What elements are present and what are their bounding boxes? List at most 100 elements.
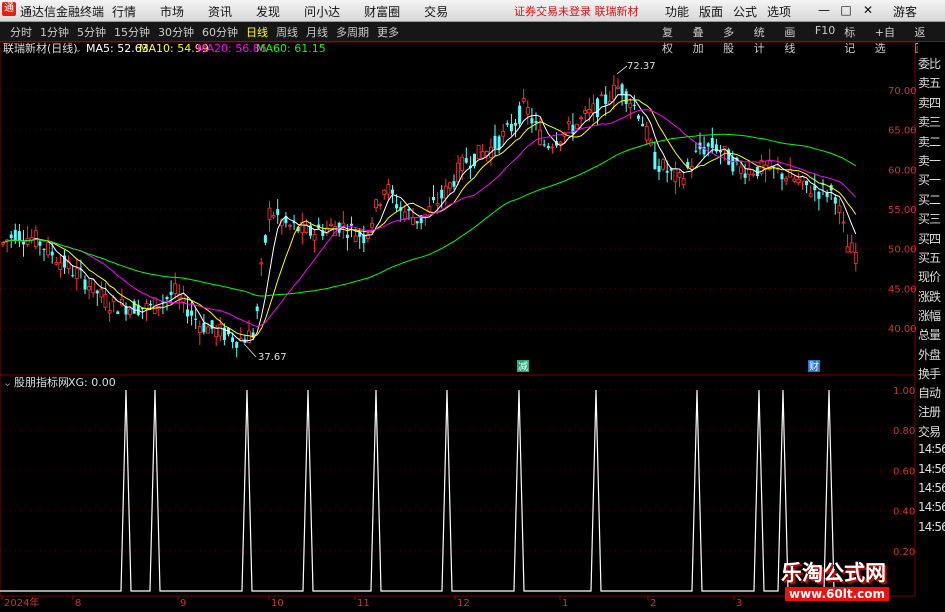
x-tick-label: 10 bbox=[271, 598, 284, 609]
candle-body bbox=[620, 84, 624, 96]
tab-1min[interactable]: 1分钟 bbox=[40, 24, 69, 40]
candle-body bbox=[644, 126, 649, 141]
candle-body bbox=[661, 159, 665, 170]
candle-body bbox=[599, 94, 604, 97]
menu-item-discover[interactable]: 发现 bbox=[256, 3, 280, 20]
side-label-bid5: 买五 bbox=[918, 250, 941, 265]
guest-label[interactable]: 游客 bbox=[893, 3, 917, 20]
candle-body bbox=[694, 150, 698, 152]
menu-item-wealth[interactable]: 财富圈 bbox=[364, 3, 400, 20]
ma-line-ma5 bbox=[2, 94, 857, 342]
sub-chart-title: 股朋指标网 bbox=[14, 375, 69, 389]
candle-body bbox=[276, 209, 280, 215]
candle-body bbox=[447, 182, 452, 189]
sub-y-tick-label: 1.00 bbox=[893, 386, 915, 397]
menu-item-layout[interactable]: 版面 bbox=[699, 3, 723, 20]
candle-body bbox=[395, 204, 399, 209]
menu-item-options[interactable]: 选项 bbox=[767, 3, 791, 20]
y-tick-label: 70.00 bbox=[888, 86, 917, 97]
sub-chevron-icon[interactable]: ⌄ bbox=[3, 376, 12, 389]
side-label-ask2: 卖二 bbox=[918, 134, 941, 149]
candle-body bbox=[505, 123, 509, 125]
candle-body bbox=[480, 151, 485, 159]
side-label-bid4: 买四 bbox=[918, 231, 941, 246]
candle-body bbox=[107, 310, 112, 314]
sub-frame bbox=[0, 374, 916, 597]
candle-body bbox=[382, 189, 387, 195]
tab-monthly[interactable]: 月线 bbox=[306, 24, 328, 40]
candle-body bbox=[231, 337, 235, 342]
maximize-button[interactable]: □ bbox=[838, 2, 854, 18]
menu-item-market[interactable]: 市场 bbox=[160, 3, 184, 20]
login-notice[interactable]: 证券交易未登录 联瑞新材 bbox=[514, 3, 639, 19]
side-label-bid-ratio: 委比 bbox=[918, 57, 941, 71]
side-label-bid1: 买一 bbox=[918, 173, 941, 188]
candle-body bbox=[796, 178, 801, 184]
candle-body bbox=[435, 203, 440, 206]
candle-body bbox=[853, 252, 858, 264]
kline-svg[interactable]: 70.00 65.00 60.00 55.00 50.00 45.00 40.00 1.00 0… bbox=[0, 41, 945, 609]
candle-body bbox=[411, 217, 415, 225]
side-label-volume: 总量 bbox=[918, 328, 941, 343]
candle-body bbox=[616, 86, 620, 89]
y-tick-label: 60.00 bbox=[888, 165, 917, 176]
candle-body bbox=[432, 197, 435, 201]
candle-body bbox=[751, 173, 756, 176]
side-label-ask4: 卖四 bbox=[918, 95, 941, 110]
candle-body bbox=[74, 268, 79, 279]
candle-body bbox=[128, 308, 133, 316]
menu-item-quotes[interactable]: 行情 bbox=[112, 3, 136, 20]
candle-body bbox=[792, 178, 797, 182]
tab-more[interactable]: 更多 bbox=[377, 24, 399, 40]
candle-body bbox=[456, 162, 461, 183]
menu-item-news[interactable]: 资讯 bbox=[208, 3, 232, 20]
y-tick-label: 45.00 bbox=[888, 284, 917, 295]
candle-body bbox=[173, 283, 178, 294]
x-tick-label: 11 bbox=[357, 598, 370, 609]
candle-body bbox=[558, 141, 563, 145]
candle-body bbox=[509, 123, 513, 132]
candle-body bbox=[415, 221, 419, 224]
candle-body bbox=[780, 173, 784, 180]
tab-5min[interactable]: 5分钟 bbox=[77, 24, 106, 40]
sub-side-time: 14:56 bbox=[918, 500, 945, 515]
tab-multi-period[interactable]: 多周期 bbox=[336, 24, 369, 40]
sub-side-time: 14:56 bbox=[918, 461, 945, 476]
candle-body bbox=[657, 166, 661, 172]
candle-body bbox=[805, 180, 809, 186]
candle-body bbox=[386, 184, 391, 195]
watermark-url: www.60lt.com bbox=[785, 587, 890, 601]
y-tick-label: 55.00 bbox=[888, 205, 917, 216]
candle-body bbox=[271, 215, 276, 218]
candle-body bbox=[443, 185, 448, 199]
tab-60min[interactable]: 60分钟 bbox=[202, 24, 238, 40]
menu-item-trade[interactable]: 交易 bbox=[424, 3, 448, 20]
tab-weekly[interactable]: 周线 bbox=[276, 24, 298, 40]
sub-side-label-register[interactable]: 注册 bbox=[918, 403, 945, 422]
tab-15min[interactable]: 15分钟 bbox=[114, 24, 150, 40]
candle-body bbox=[91, 279, 96, 294]
menu-item-formula[interactable]: 公式 bbox=[733, 3, 757, 20]
candle-body bbox=[312, 234, 317, 241]
watermark-title: 乐淘公式网 bbox=[781, 561, 886, 585]
chevron-down-icon[interactable]: ⌄ bbox=[74, 44, 82, 55]
sub-side-label-trade[interactable]: 交易 bbox=[918, 423, 945, 442]
candle-body bbox=[837, 205, 842, 213]
tab-daily[interactable]: 日线 bbox=[246, 24, 268, 40]
menu-item-functions[interactable]: 功能 bbox=[665, 3, 689, 20]
minimize-button[interactable]: — bbox=[816, 2, 832, 18]
candle-body bbox=[407, 208, 411, 211]
sub-side-label-auto[interactable]: 自动 bbox=[918, 384, 945, 403]
title-bar: 通 通达信金融终端 行情 市场 资讯 发现 问小达 财富圈 交易 证券交易未登录… bbox=[0, 0, 945, 22]
x-tick-label: 9 bbox=[180, 598, 186, 609]
tab-intraday[interactable]: 分时 bbox=[10, 24, 32, 40]
menu-item-ask[interactable]: 问小达 bbox=[304, 3, 340, 20]
tab-30min[interactable]: 30分钟 bbox=[158, 24, 194, 40]
main-frame bbox=[0, 41, 916, 376]
candle-body bbox=[25, 237, 30, 245]
chart-area[interactable]: 70.00 65.00 60.00 55.00 50.00 45.00 40.00 1.00 0… bbox=[0, 41, 945, 609]
finance-marker-label: 财 bbox=[809, 360, 819, 373]
candle-body bbox=[587, 108, 592, 114]
candle-body bbox=[95, 290, 99, 294]
close-button[interactable]: ✕ bbox=[860, 2, 876, 18]
